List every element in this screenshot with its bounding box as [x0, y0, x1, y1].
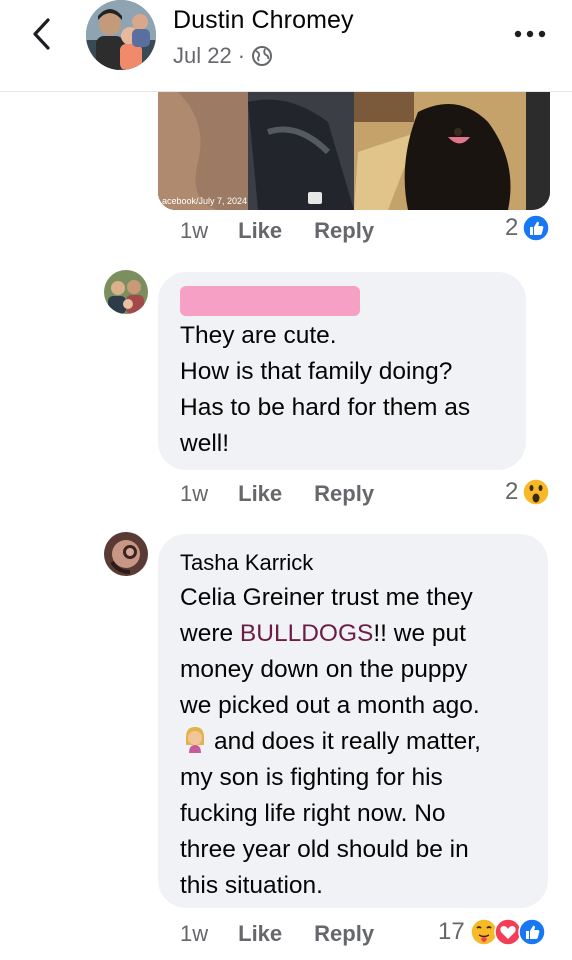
line-text: !! we put: [373, 620, 466, 647]
commenter-avatar[interactable]: [104, 532, 148, 576]
like-button[interactable]: Like: [238, 921, 282, 947]
comment-timestamp[interactable]: 1w: [180, 218, 208, 244]
chevron-left-icon[interactable]: [26, 14, 60, 54]
comment-line: They are cute.: [180, 322, 337, 349]
line-text: were: [180, 620, 240, 647]
mention-link[interactable]: BULLDOGS: [240, 620, 373, 647]
comment-author-name[interactable]: Tasha Karrick: [180, 550, 313, 576]
comment-line: we picked out a month ago.: [180, 692, 480, 719]
wow-reaction-icon: [522, 478, 551, 506]
commenter-avatar[interactable]: [104, 270, 148, 314]
comment-actions: 1w Like Reply: [180, 921, 374, 947]
post-meta: Jul 22 ·: [173, 43, 273, 69]
post-header: Dustin Chromey Jul 22 ·: [0, 0, 572, 92]
reaction-summary[interactable]: 2: [505, 214, 551, 242]
comment-actions: 1w Like Reply: [180, 218, 374, 244]
comment-line: were BULLDOGS!! we put: [180, 616, 481, 652]
reply-button[interactable]: Reply: [314, 481, 374, 507]
globe-icon: [252, 46, 273, 66]
comment-line: fucking life right now. No: [180, 800, 446, 827]
author-avatar[interactable]: [86, 0, 156, 70]
line-text: and does it really matter,: [214, 728, 481, 755]
comment-timestamp[interactable]: 1w: [180, 921, 208, 947]
reaction-count: 2: [505, 478, 519, 505]
reaction-count: 2: [505, 214, 519, 241]
comment-line: and does it really matter,: [180, 724, 481, 760]
reaction-summary[interactable]: 2: [505, 477, 551, 507]
post-author-name[interactable]: Dustin Chromey: [173, 6, 354, 35]
comment-line: Celia Greiner trust me they: [180, 584, 473, 611]
woman-facepalming-icon: [186, 727, 204, 753]
comment-line: this situation.: [180, 872, 323, 899]
comment-line: three year old should be in: [180, 836, 469, 863]
reaction-count: 17: [438, 918, 465, 945]
image-caption: acebook/July 7, 2024: [162, 196, 248, 206]
comment-text: They are cute. How is that family doing?…: [180, 318, 470, 462]
like-button[interactable]: Like: [238, 481, 282, 507]
more-dots-icon[interactable]: [510, 24, 550, 44]
redacted-author-name: [180, 286, 360, 316]
post-date: Jul 22: [173, 43, 232, 68]
comment-line: Has to be hard for them as: [180, 394, 471, 421]
comment-actions: 1w Like Reply: [180, 481, 374, 507]
comment-text: Celia Greiner trust me they were BULLDOG…: [180, 580, 481, 904]
comment-line: money down on the puppy: [180, 656, 468, 683]
comment-bubble: They are cute. How is that family doing?…: [158, 272, 526, 470]
like-reaction-icon: [522, 214, 551, 242]
comment-line: my son is fighting for his: [180, 764, 443, 791]
like-reaction-icon: [517, 918, 546, 946]
comment-timestamp[interactable]: 1w: [180, 481, 208, 507]
comment-line: How is that family doing?: [180, 358, 453, 385]
comment-bubble: Tasha Karrick Celia Greiner trust me the…: [158, 534, 548, 908]
like-button[interactable]: Like: [238, 218, 282, 244]
reply-button[interactable]: Reply: [314, 921, 374, 947]
comment-line: well!: [180, 430, 230, 457]
reply-button[interactable]: Reply: [314, 218, 374, 244]
comment-image[interactable]: acebook/July 7, 2024: [158, 92, 550, 210]
reaction-summary[interactable]: 17: [438, 917, 547, 947]
meta-separator: ·: [237, 43, 246, 68]
